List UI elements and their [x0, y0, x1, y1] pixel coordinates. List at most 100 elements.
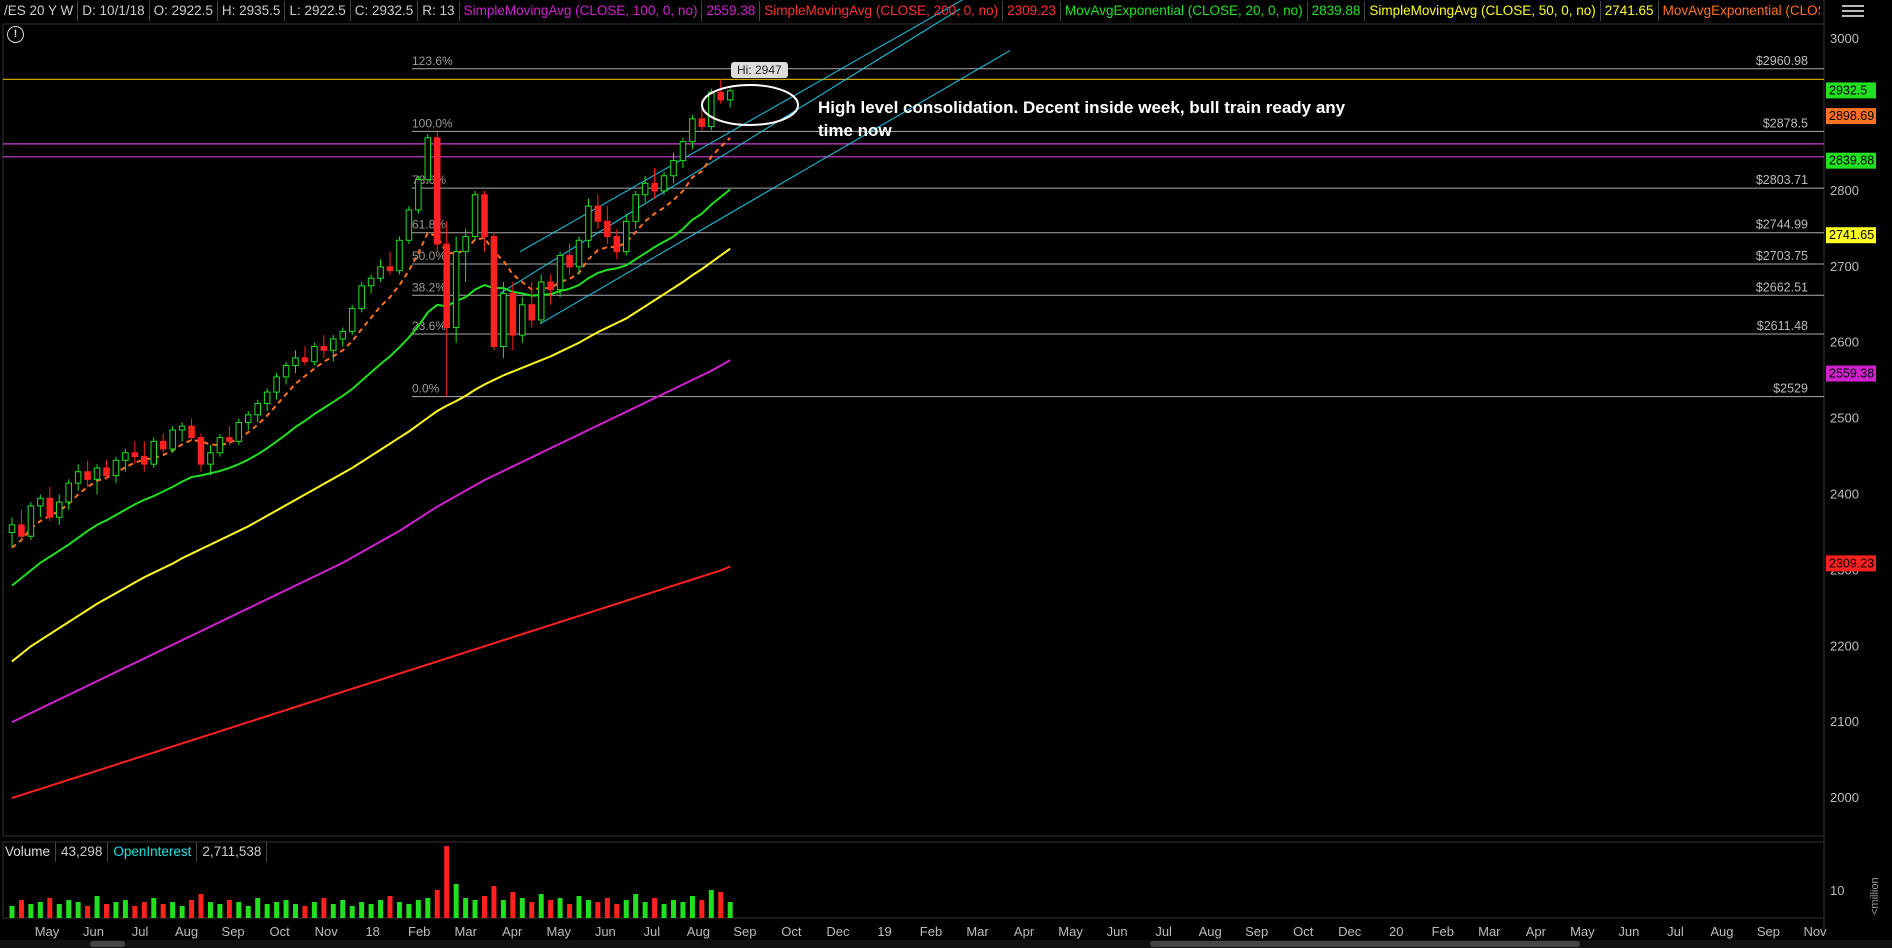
- openinterest-label[interactable]: OpenInterest: [108, 842, 198, 862]
- time-tick: Jun: [83, 924, 104, 939]
- study-sma100[interactable]: SimpleMovingAvg (CLOSE, 100, 0, no): [460, 1, 703, 21]
- volume-bar: [567, 904, 573, 918]
- volume-bar: [217, 904, 223, 918]
- volume-bar: [75, 902, 81, 918]
- volume-bar: [113, 902, 119, 918]
- candle: [254, 402, 261, 416]
- candle: [528, 304, 535, 321]
- study-sma50[interactable]: SimpleMovingAvg (CLOSE, 50, 0, no): [1365, 1, 1601, 21]
- alert-icon[interactable]: !: [7, 26, 24, 43]
- time-tick: Feb: [1432, 924, 1454, 939]
- volume-bar: [151, 898, 157, 918]
- study-ema20[interactable]: MovAvgExponential (CLOSE, 20, 0, no): [1061, 1, 1308, 21]
- volume-bar: [406, 904, 412, 918]
- candle: [377, 266, 384, 279]
- volume-bar: [463, 898, 469, 918]
- volume-bar: [444, 846, 450, 918]
- candle: [150, 440, 157, 465]
- time-tick: Mar: [966, 924, 989, 939]
- volume-bar: [557, 898, 563, 918]
- volume-bar: [132, 906, 138, 918]
- volume-bar: [453, 884, 459, 918]
- candle: [717, 91, 724, 101]
- fib-pct: 0.0%: [412, 382, 440, 396]
- ema20-line: [11, 188, 731, 587]
- volume-bar: [642, 902, 648, 918]
- volume-bar: [255, 898, 261, 918]
- candle: [339, 330, 346, 340]
- fib-price: $2803.71: [1756, 173, 1808, 187]
- candle: [367, 277, 375, 287]
- volume-bar: [368, 904, 374, 918]
- volume-bar: [548, 900, 554, 918]
- close-label: C: 2932.5: [351, 1, 419, 21]
- time-tick: Jun: [1107, 924, 1128, 939]
- time-tick: Oct: [781, 924, 802, 939]
- volume-label[interactable]: Volume: [0, 842, 57, 862]
- volume-bar: [207, 902, 213, 918]
- volume-bar: [614, 904, 620, 918]
- fib-pct: 61.8%: [412, 218, 446, 232]
- candle: [424, 137, 432, 181]
- fib-pct: 50.0%: [412, 249, 446, 263]
- candle: [500, 292, 507, 348]
- study-ema8[interactable]: MovAvgExponential (CLOSE, 8, 0, no): [1659, 1, 1820, 21]
- candle: [131, 452, 139, 458]
- volume-bar: [236, 902, 242, 918]
- time-tick: Apr: [1014, 924, 1035, 939]
- candle: [452, 251, 460, 329]
- symbol-label[interactable]: /ES 20 Y W: [0, 1, 79, 21]
- time-tick: Jul: [1155, 924, 1172, 939]
- volume-bar: [425, 898, 431, 918]
- volume-bar: [595, 902, 601, 918]
- scrollbar[interactable]: [0, 940, 1892, 948]
- volume-bar: [472, 900, 478, 918]
- candle: [84, 471, 91, 480]
- volume-bar: [302, 906, 308, 918]
- time-tick: 18: [365, 924, 379, 939]
- date-label: D: 10/1/18: [78, 1, 150, 21]
- candle: [698, 118, 706, 127]
- candle: [556, 254, 564, 291]
- high-label: H: 2935.5: [218, 1, 286, 21]
- volume-bar: [141, 902, 147, 918]
- price-tag-text: 2559.38: [1829, 367, 1874, 381]
- study-sma200[interactable]: SimpleMovingAvg (CLOSE, 200, 0, no): [760, 1, 1004, 21]
- price-tick: 2800: [1830, 183, 1859, 198]
- study-ema20-value: 2839.88: [1308, 1, 1366, 21]
- candle: [651, 182, 658, 192]
- candle: [216, 437, 224, 454]
- time-tick: Aug: [687, 924, 710, 939]
- candle: [292, 357, 299, 366]
- candle: [93, 467, 101, 480]
- volume-bar: [434, 890, 440, 918]
- candle: [122, 452, 129, 461]
- time-tick: Sep: [1245, 924, 1268, 939]
- candle: [159, 440, 167, 450]
- time-tick: 20: [1389, 924, 1403, 939]
- candle: [273, 376, 280, 393]
- price-tick: 2700: [1830, 259, 1859, 274]
- candle: [434, 137, 441, 245]
- menu-icon[interactable]: [1842, 2, 1864, 20]
- volume-bar: [576, 896, 582, 918]
- fib-price: $2744.99: [1756, 218, 1808, 232]
- fib-price: $2529: [1773, 382, 1808, 396]
- study-sma100-value: 2559.38: [702, 1, 761, 21]
- price-tick: 2400: [1830, 487, 1859, 502]
- volume-bar: [47, 898, 53, 918]
- volume-bar: [652, 898, 658, 918]
- price-tag-text: 2741.65: [1829, 228, 1874, 242]
- sma100-line: [11, 359, 731, 724]
- candle: [481, 194, 488, 237]
- volume-bar: [122, 900, 128, 918]
- candle: [726, 90, 734, 101]
- channel-line: [539, 50, 1011, 325]
- volume-bar: [671, 900, 676, 918]
- candle: [396, 239, 403, 272]
- candle: [178, 425, 186, 431]
- volume-bar: [85, 906, 91, 918]
- volume-unit: <million: [1869, 877, 1881, 915]
- candle: [226, 437, 233, 442]
- volume-bar: [708, 890, 714, 918]
